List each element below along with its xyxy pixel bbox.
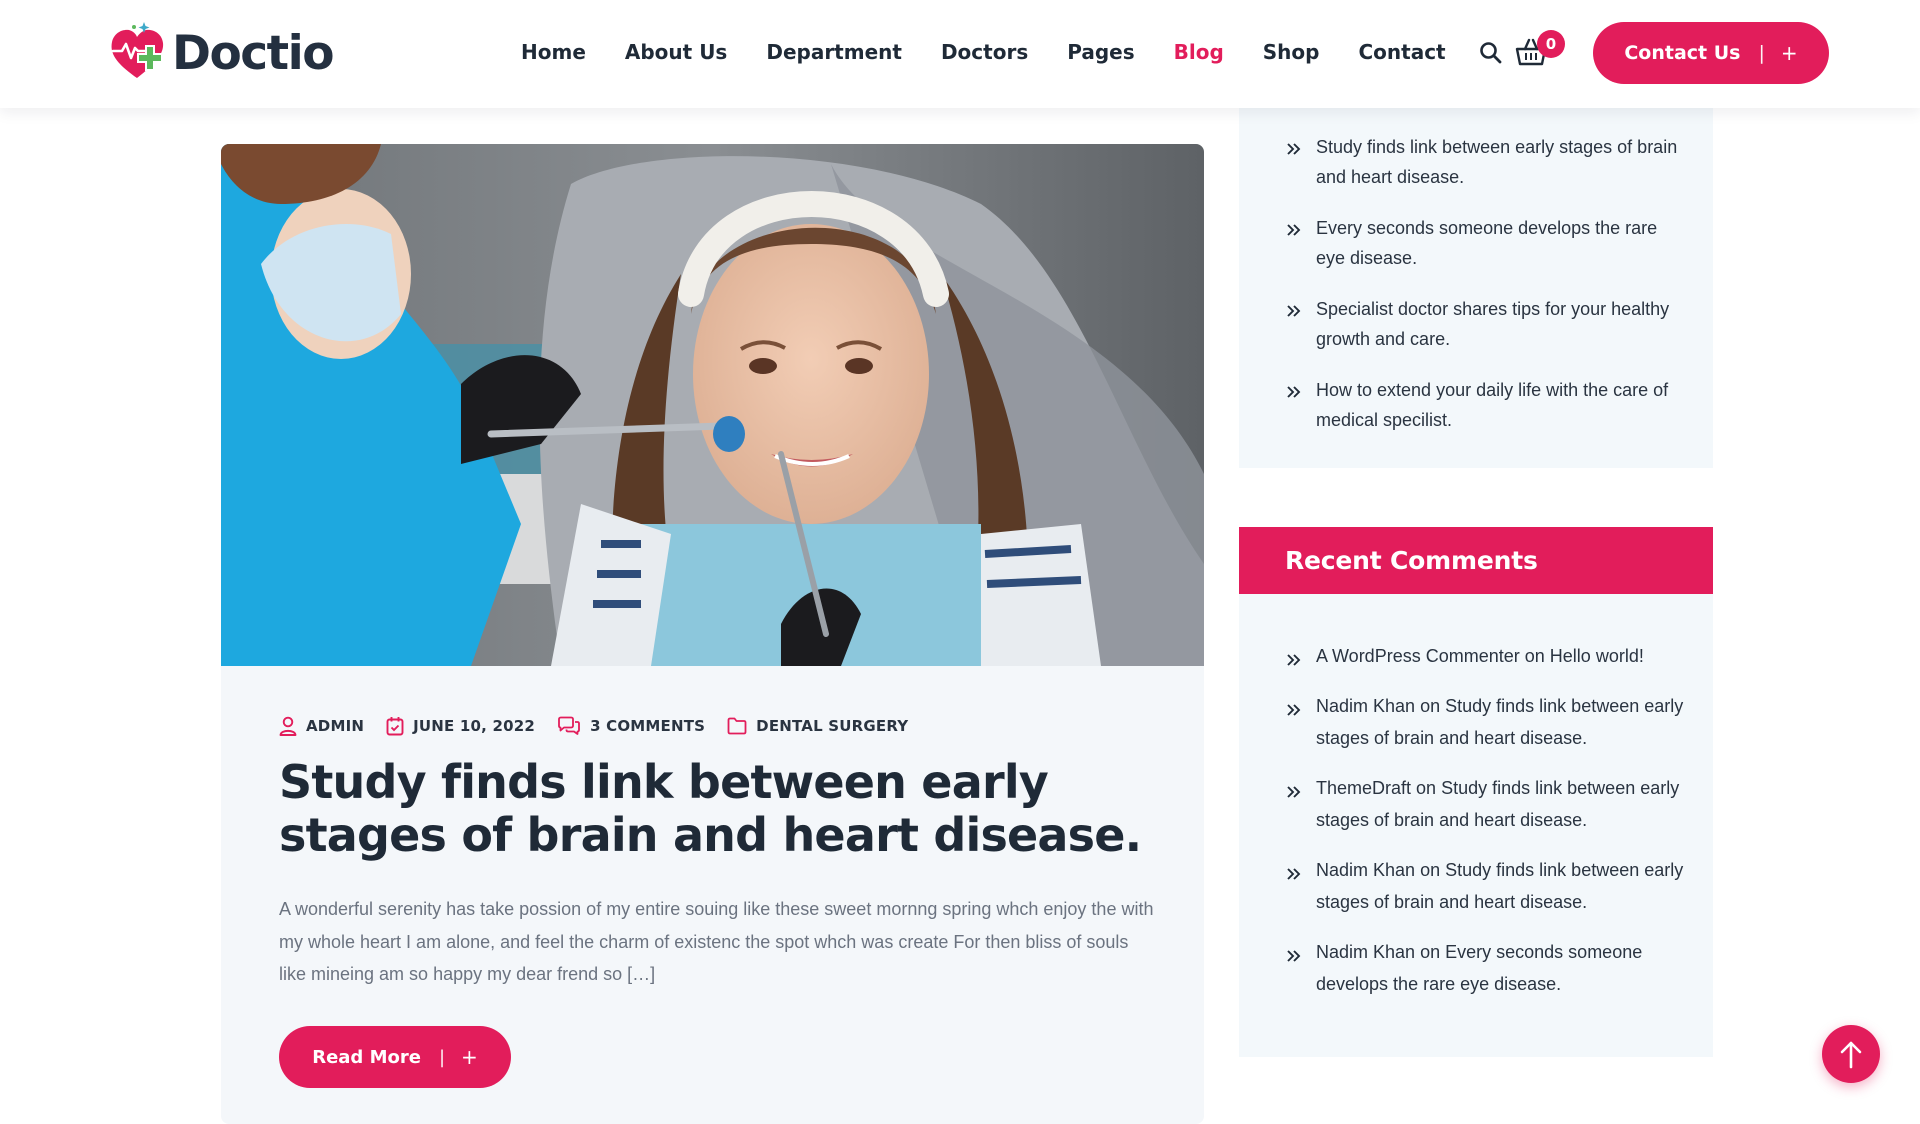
- nav-item-about-us[interactable]: About Us: [625, 40, 727, 64]
- recent-posts-widget: Study finds link between early stages of…: [1239, 108, 1713, 468]
- recent-post-link[interactable]: How to extend your daily life with the c…: [1316, 375, 1685, 435]
- recent-comment-item: ThemeDraft on Study finds link between e…: [1285, 772, 1695, 836]
- read-more-button[interactable]: Read More | +: [279, 1026, 511, 1088]
- double-chevron-right-icon: [1287, 950, 1301, 962]
- comment-author[interactable]: ThemeDraft: [1316, 778, 1411, 798]
- main-nav: Home About Us Department Doctors Pages B…: [521, 0, 1485, 104]
- recent-post-link[interactable]: Every seconds someone develops the rare …: [1316, 213, 1685, 273]
- recent-comment-item: Nadim Khan on Every seconds someone deve…: [1285, 936, 1695, 1000]
- double-chevron-right-icon: [1287, 386, 1301, 398]
- comment-author[interactable]: Nadim Khan: [1316, 696, 1415, 716]
- nav-item-shop[interactable]: Shop: [1263, 40, 1320, 64]
- double-chevron-right-icon: [1287, 654, 1301, 666]
- post-author[interactable]: ADMIN: [279, 716, 364, 736]
- post-category-label: DENTAL SURGERY: [756, 717, 909, 735]
- double-chevron-right-icon: [1287, 868, 1301, 880]
- recent-post-item[interactable]: Study finds link between early stages of…: [1285, 132, 1685, 192]
- double-chevron-right-icon: [1287, 704, 1301, 716]
- double-chevron-right-icon: [1287, 143, 1301, 155]
- blog-post-card: ADMIN JUNE 10, 2022 3 COMMENTS DENTAL SU…: [221, 144, 1204, 1124]
- comment-author[interactable]: Nadim Khan: [1316, 860, 1415, 880]
- comment-on: on: [1420, 860, 1441, 880]
- recent-comments-list: A WordPress Commenter on Hello world! Na…: [1285, 640, 1695, 1018]
- calendar-icon: [386, 717, 404, 736]
- post-author-label: ADMIN: [306, 717, 365, 735]
- recent-comments-widget: Recent Comments A WordPress Commenter on…: [1239, 527, 1713, 1057]
- comment-on: on: [1420, 942, 1441, 962]
- recent-post-link[interactable]: Study finds link between early stages of…: [1316, 132, 1685, 192]
- nav-item-doctors[interactable]: Doctors: [941, 40, 1028, 64]
- heart-plus-logo-icon: [111, 22, 164, 79]
- double-chevron-right-icon: [1287, 224, 1301, 236]
- widget-title: Recent Comments: [1285, 546, 1538, 575]
- user-icon: [279, 716, 297, 736]
- plus-icon: +: [1780, 41, 1798, 65]
- nav-item-department[interactable]: Department: [766, 40, 902, 64]
- comment-author[interactable]: Nadim Khan: [1316, 942, 1415, 962]
- recent-post-link[interactable]: Specialist doctor shares tips for your h…: [1316, 294, 1685, 354]
- post-comments-label: 3 COMMENTS: [590, 717, 706, 735]
- recent-comments-heading: Recent Comments: [1239, 527, 1713, 594]
- double-chevron-right-icon: [1287, 786, 1301, 798]
- post-category[interactable]: DENTAL SURGERY: [727, 717, 908, 735]
- folder-icon: [727, 717, 747, 735]
- recent-post-item[interactable]: How to extend your daily life with the c…: [1285, 375, 1685, 435]
- recent-post-item[interactable]: Every seconds someone develops the rare …: [1285, 213, 1685, 273]
- contact-us-button[interactable]: Contact Us | +: [1593, 22, 1829, 84]
- nav-item-pages[interactable]: Pages: [1067, 40, 1134, 64]
- post-date-label: JUNE 10, 2022: [413, 717, 536, 735]
- button-separator: |: [438, 1046, 446, 1068]
- recent-comment-item: Nadim Khan on Study finds link between e…: [1285, 854, 1695, 918]
- plus-icon: +: [461, 1045, 478, 1069]
- double-chevron-right-icon: [1287, 305, 1301, 317]
- comment-on: on: [1416, 778, 1437, 798]
- search-icon[interactable]: [1478, 40, 1504, 66]
- comments-icon: [558, 716, 580, 735]
- read-more-label: Read More: [312, 1046, 421, 1068]
- logo-text: Doctio: [172, 25, 335, 81]
- comment-on: on: [1420, 696, 1441, 716]
- nav-item-blog[interactable]: Blog: [1174, 40, 1224, 64]
- post-excerpt: A wonderful serenity has take possion of…: [279, 899, 1154, 984]
- post-title[interactable]: Study finds link between early stages of…: [279, 756, 1179, 862]
- back-to-top-button[interactable]: [1822, 1025, 1880, 1083]
- recent-comment-item: A WordPress Commenter on Hello world!: [1285, 640, 1695, 672]
- recent-post-item[interactable]: Specialist doctor shares tips for your h…: [1285, 294, 1685, 354]
- comment-post-link[interactable]: Hello world!: [1550, 646, 1644, 666]
- button-separator: |: [1758, 42, 1765, 64]
- post-meta: ADMIN JUNE 10, 2022 3 COMMENTS DENTAL SU…: [279, 716, 930, 736]
- nav-item-contact[interactable]: Contact: [1358, 40, 1445, 64]
- contact-us-label: Contact Us: [1624, 42, 1741, 64]
- post-featured-image[interactable]: [221, 144, 1204, 666]
- post-date[interactable]: JUNE 10, 2022: [386, 716, 535, 736]
- nav-item-home[interactable]: Home: [521, 40, 586, 64]
- cart-count-badge: 0: [1537, 30, 1565, 58]
- site-logo[interactable]: Doctio: [108, 20, 335, 86]
- comment-on: on: [1524, 646, 1545, 666]
- arrow-up-icon: [1840, 1041, 1862, 1069]
- recent-posts-list: Study finds link between early stages of…: [1285, 132, 1685, 456]
- site-header: Doctio Home About Us Department Doctors …: [0, 0, 1920, 108]
- recent-comment-item: Nadim Khan on Study finds link between e…: [1285, 690, 1695, 754]
- comment-author[interactable]: A WordPress Commenter: [1316, 646, 1520, 666]
- post-comments-count[interactable]: 3 COMMENTS: [557, 716, 705, 736]
